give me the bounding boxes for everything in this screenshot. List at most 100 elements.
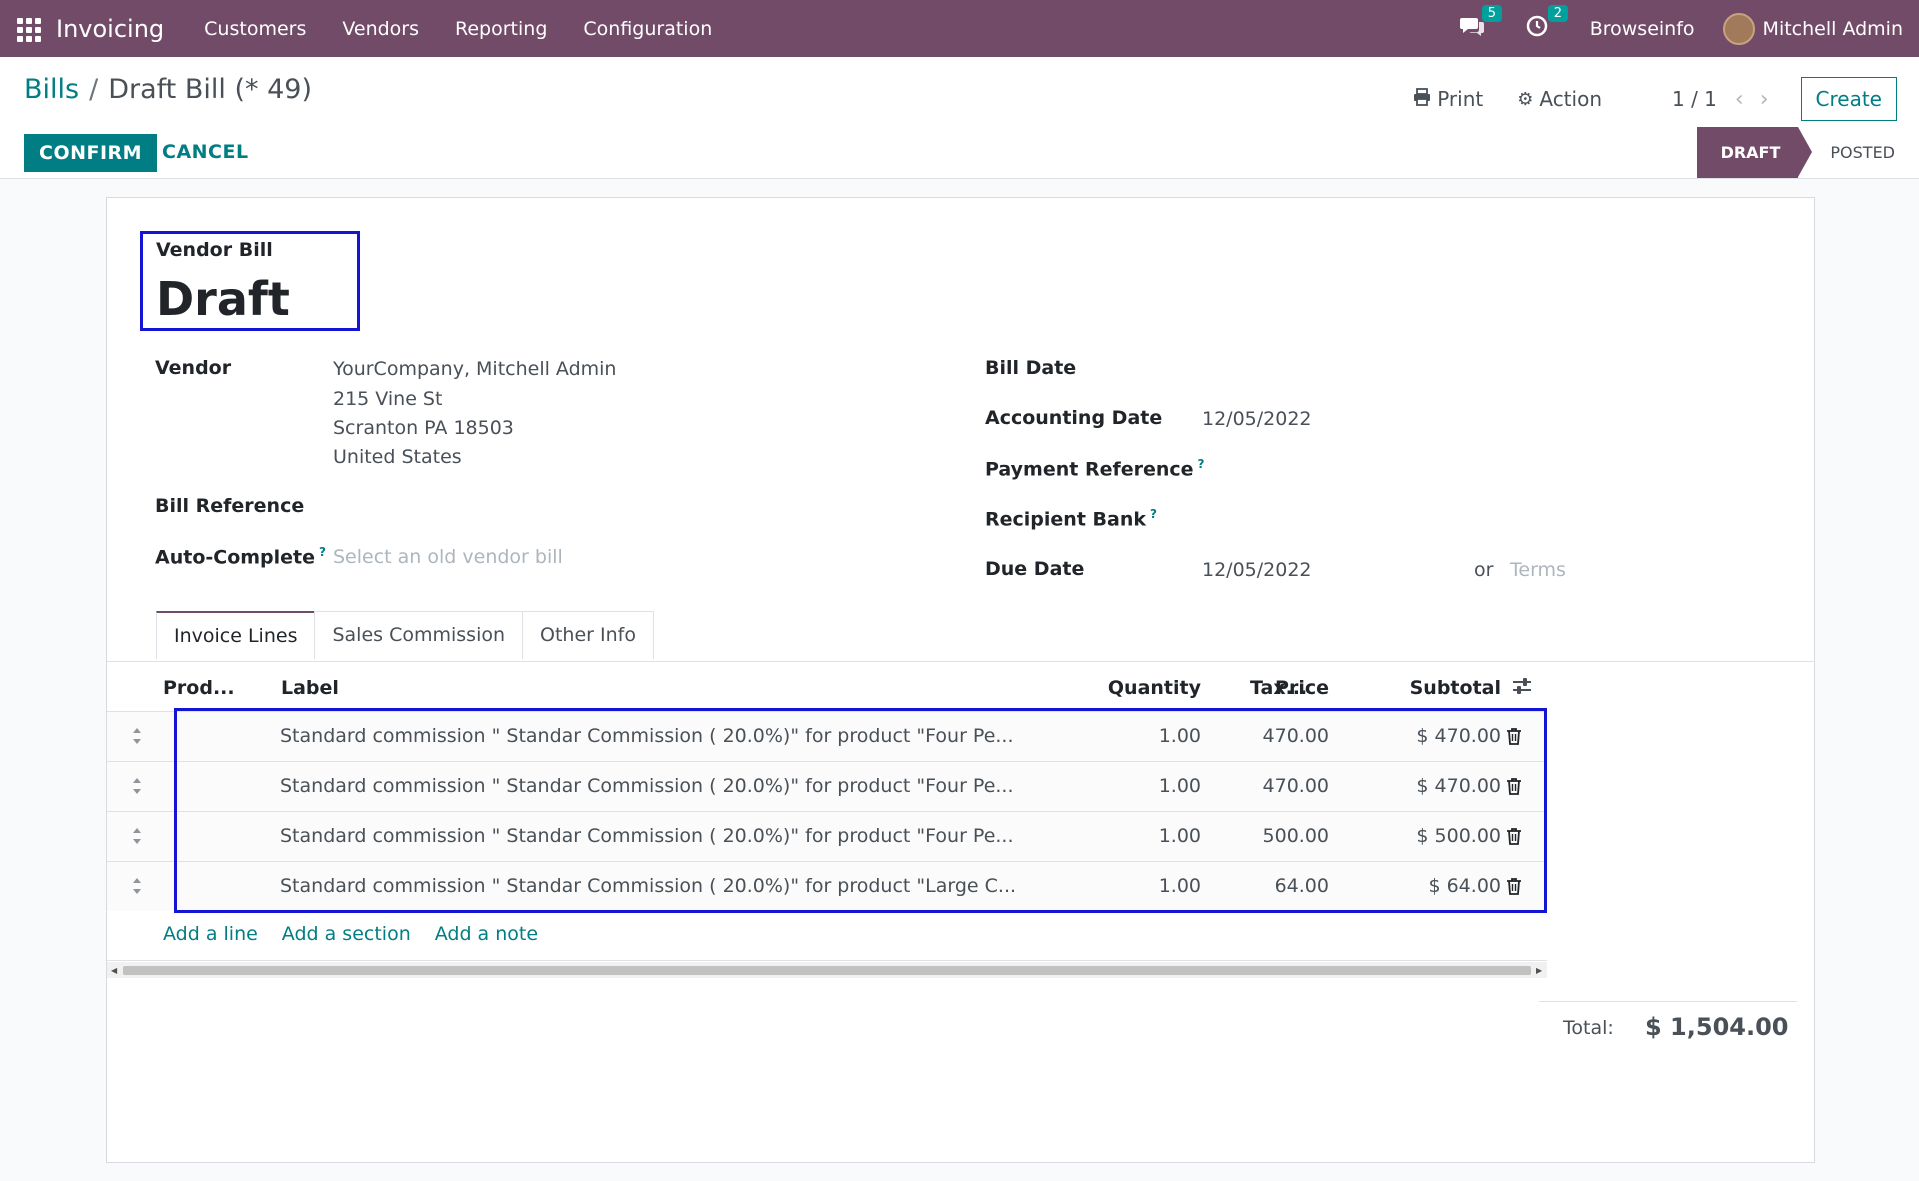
line-quantity[interactable]: 1.00 (1101, 875, 1201, 897)
vendor-city: Scranton PA 18503 (333, 417, 514, 439)
drag-handle-icon[interactable] (131, 776, 143, 796)
line-label[interactable]: Standard commission " Standar Commission… (280, 775, 1014, 797)
action-label: Action (1539, 87, 1602, 111)
activities-clock-icon[interactable]: 2 (1526, 4, 1568, 43)
payment-terms-input[interactable]: Terms (1510, 559, 1566, 581)
line-quantity[interactable]: 1.00 (1101, 725, 1201, 747)
scroll-right-icon[interactable]: ▶ (1536, 966, 1542, 975)
add-section-link[interactable]: Add a section (282, 923, 411, 945)
bill-state-title: Draft (156, 272, 290, 326)
line-price[interactable]: 470.00 (1209, 775, 1329, 797)
help-tooltip-icon[interactable]: ? (319, 545, 326, 559)
app-name[interactable]: Invoicing (56, 15, 164, 43)
help-tooltip-icon[interactable]: ? (1150, 507, 1157, 521)
vendor-country: United States (333, 446, 462, 468)
print-button[interactable]: Print (1413, 87, 1483, 111)
recipient-bank-label-wrap: Recipient Bank? (985, 507, 1157, 530)
trash-icon[interactable] (1506, 877, 1522, 895)
accounting-date-label: Accounting Date (985, 407, 1163, 429)
line-quantity[interactable]: 1.00 (1101, 825, 1201, 847)
activities-count-badge: 2 (1547, 4, 1568, 22)
column-quantity[interactable]: Quantity (1021, 677, 1201, 699)
tab-other-info[interactable]: Other Info (522, 611, 654, 659)
gear-icon: ⚙ (1517, 88, 1534, 110)
line-price[interactable]: 500.00 (1209, 825, 1329, 847)
trash-icon[interactable] (1506, 827, 1522, 845)
tab-invoice-lines[interactable]: Invoice Lines (156, 611, 316, 659)
due-date-field[interactable]: 12/05/2022 (1202, 559, 1312, 581)
action-button[interactable]: ⚙ Action (1517, 87, 1602, 111)
column-tax[interactable]: Tax... (1250, 677, 1307, 699)
confirm-button[interactable]: CONFIRM (24, 134, 158, 172)
line-label[interactable]: Standard commission " Standar Commission… (280, 725, 1014, 747)
add-line-link[interactable]: Add a line (163, 923, 258, 945)
table-row[interactable]: Standard commission " Standar Commission… (107, 811, 1547, 861)
payment-reference-label: Payment Reference (985, 458, 1194, 481)
user-menu[interactable]: Mitchell Admin (1763, 18, 1903, 40)
accounting-date-field[interactable]: 12/05/2022 (1202, 408, 1312, 430)
cancel-button[interactable]: CANCEL (162, 141, 249, 163)
control-panel: Bills / Draft Bill (* 49) Print ⚙ Action… (0, 57, 1919, 179)
payment-reference-label-wrap: Payment Reference? (985, 457, 1205, 480)
add-note-link[interactable]: Add a note (435, 923, 538, 945)
pager-previous-icon[interactable]: ‹ (1735, 87, 1744, 112)
user-avatar[interactable] (1722, 12, 1755, 45)
pager-value[interactable]: 1 / 1 (1672, 87, 1717, 111)
breadcrumb: Bills / Draft Bill (* 49) (24, 74, 312, 105)
breadcrumb-current: Draft Bill (* 49) (108, 74, 312, 105)
menu-vendors[interactable]: Vendors (342, 18, 419, 40)
table-row[interactable]: Standard commission " Standar Commission… (107, 861, 1547, 911)
auto-complete-label: Auto-Complete (155, 546, 316, 569)
pager-next-icon[interactable]: › (1760, 87, 1769, 112)
trash-icon[interactable] (1506, 727, 1522, 745)
messages-icon[interactable]: 5 (1459, 4, 1502, 43)
recipient-bank-label: Recipient Bank (985, 508, 1146, 531)
optional-columns-icon[interactable] (1511, 675, 1533, 697)
line-price[interactable]: 470.00 (1209, 725, 1329, 747)
tab-sales-commission[interactable]: Sales Commission (314, 611, 524, 659)
breadcrumb-bills-link[interactable]: Bills (24, 74, 79, 105)
scroll-left-icon[interactable]: ◀ (111, 966, 117, 975)
vendor-name[interactable]: YourCompany, Mitchell Admin (333, 358, 616, 380)
form-sheet: Vendor Bill Draft Vendor YourCompany, Mi… (106, 197, 1815, 1163)
menu-configuration[interactable]: Configuration (583, 18, 712, 40)
menu-customers[interactable]: Customers (204, 18, 306, 40)
auto-complete-label-wrap: Auto-Complete? (155, 545, 326, 568)
horizontal-scrollbar[interactable]: ◀ ▶ (107, 962, 1547, 978)
drag-handle-icon[interactable] (131, 726, 143, 746)
scrollbar-thumb[interactable] (123, 966, 1531, 975)
help-tooltip-icon[interactable]: ? (1198, 457, 1205, 471)
status-posted[interactable]: POSTED (1798, 143, 1919, 162)
tabs-divider (107, 661, 1814, 662)
bill-reference-label: Bill Reference (155, 495, 305, 517)
company-switcher[interactable]: Browseinfo (1590, 18, 1695, 40)
line-label[interactable]: Standard commission " Standar Commission… (280, 875, 1016, 897)
line-subtotal: $ 64.00 (1428, 875, 1501, 897)
line-label[interactable]: Standard commission " Standar Commission… (280, 825, 1014, 847)
line-price[interactable]: 64.00 (1209, 875, 1329, 897)
line-subtotal: $ 500.00 (1416, 825, 1501, 847)
messages-count-badge: 5 (1481, 4, 1502, 22)
status-draft[interactable]: DRAFT (1696, 127, 1813, 178)
create-button[interactable]: Create (1800, 77, 1897, 121)
table-row[interactable]: Standard commission " Standar Commission… (107, 761, 1547, 811)
column-product[interactable]: Prod... (163, 677, 235, 699)
auto-complete-input[interactable]: Select an old vendor bill (333, 546, 563, 568)
menu-reporting[interactable]: Reporting (455, 18, 547, 40)
column-label[interactable]: Label (281, 677, 339, 699)
table-row[interactable]: Standard commission " Standar Commission… (107, 711, 1547, 761)
drag-handle-icon[interactable] (131, 876, 143, 896)
invoice-lines-header: Prod... Label Quantity Price Tax... Subt… (107, 663, 1547, 711)
vendor-label: Vendor (155, 357, 232, 379)
notebook-tabs: Invoice Lines Sales Commission Other Inf… (156, 611, 654, 659)
drag-handle-icon[interactable] (131, 826, 143, 846)
total-amount: $ 1,504.00 (1645, 1013, 1789, 1041)
column-subtotal[interactable]: Subtotal (1387, 677, 1501, 699)
line-quantity[interactable]: 1.00 (1101, 775, 1201, 797)
due-date-label: Due Date (985, 558, 1085, 580)
status-bar: DRAFT POSTED (1696, 127, 1919, 178)
print-label: Print (1437, 87, 1484, 111)
apps-menu-icon[interactable] (16, 17, 41, 42)
trash-icon[interactable] (1506, 777, 1522, 795)
bill-type-label: Vendor Bill (156, 239, 273, 261)
